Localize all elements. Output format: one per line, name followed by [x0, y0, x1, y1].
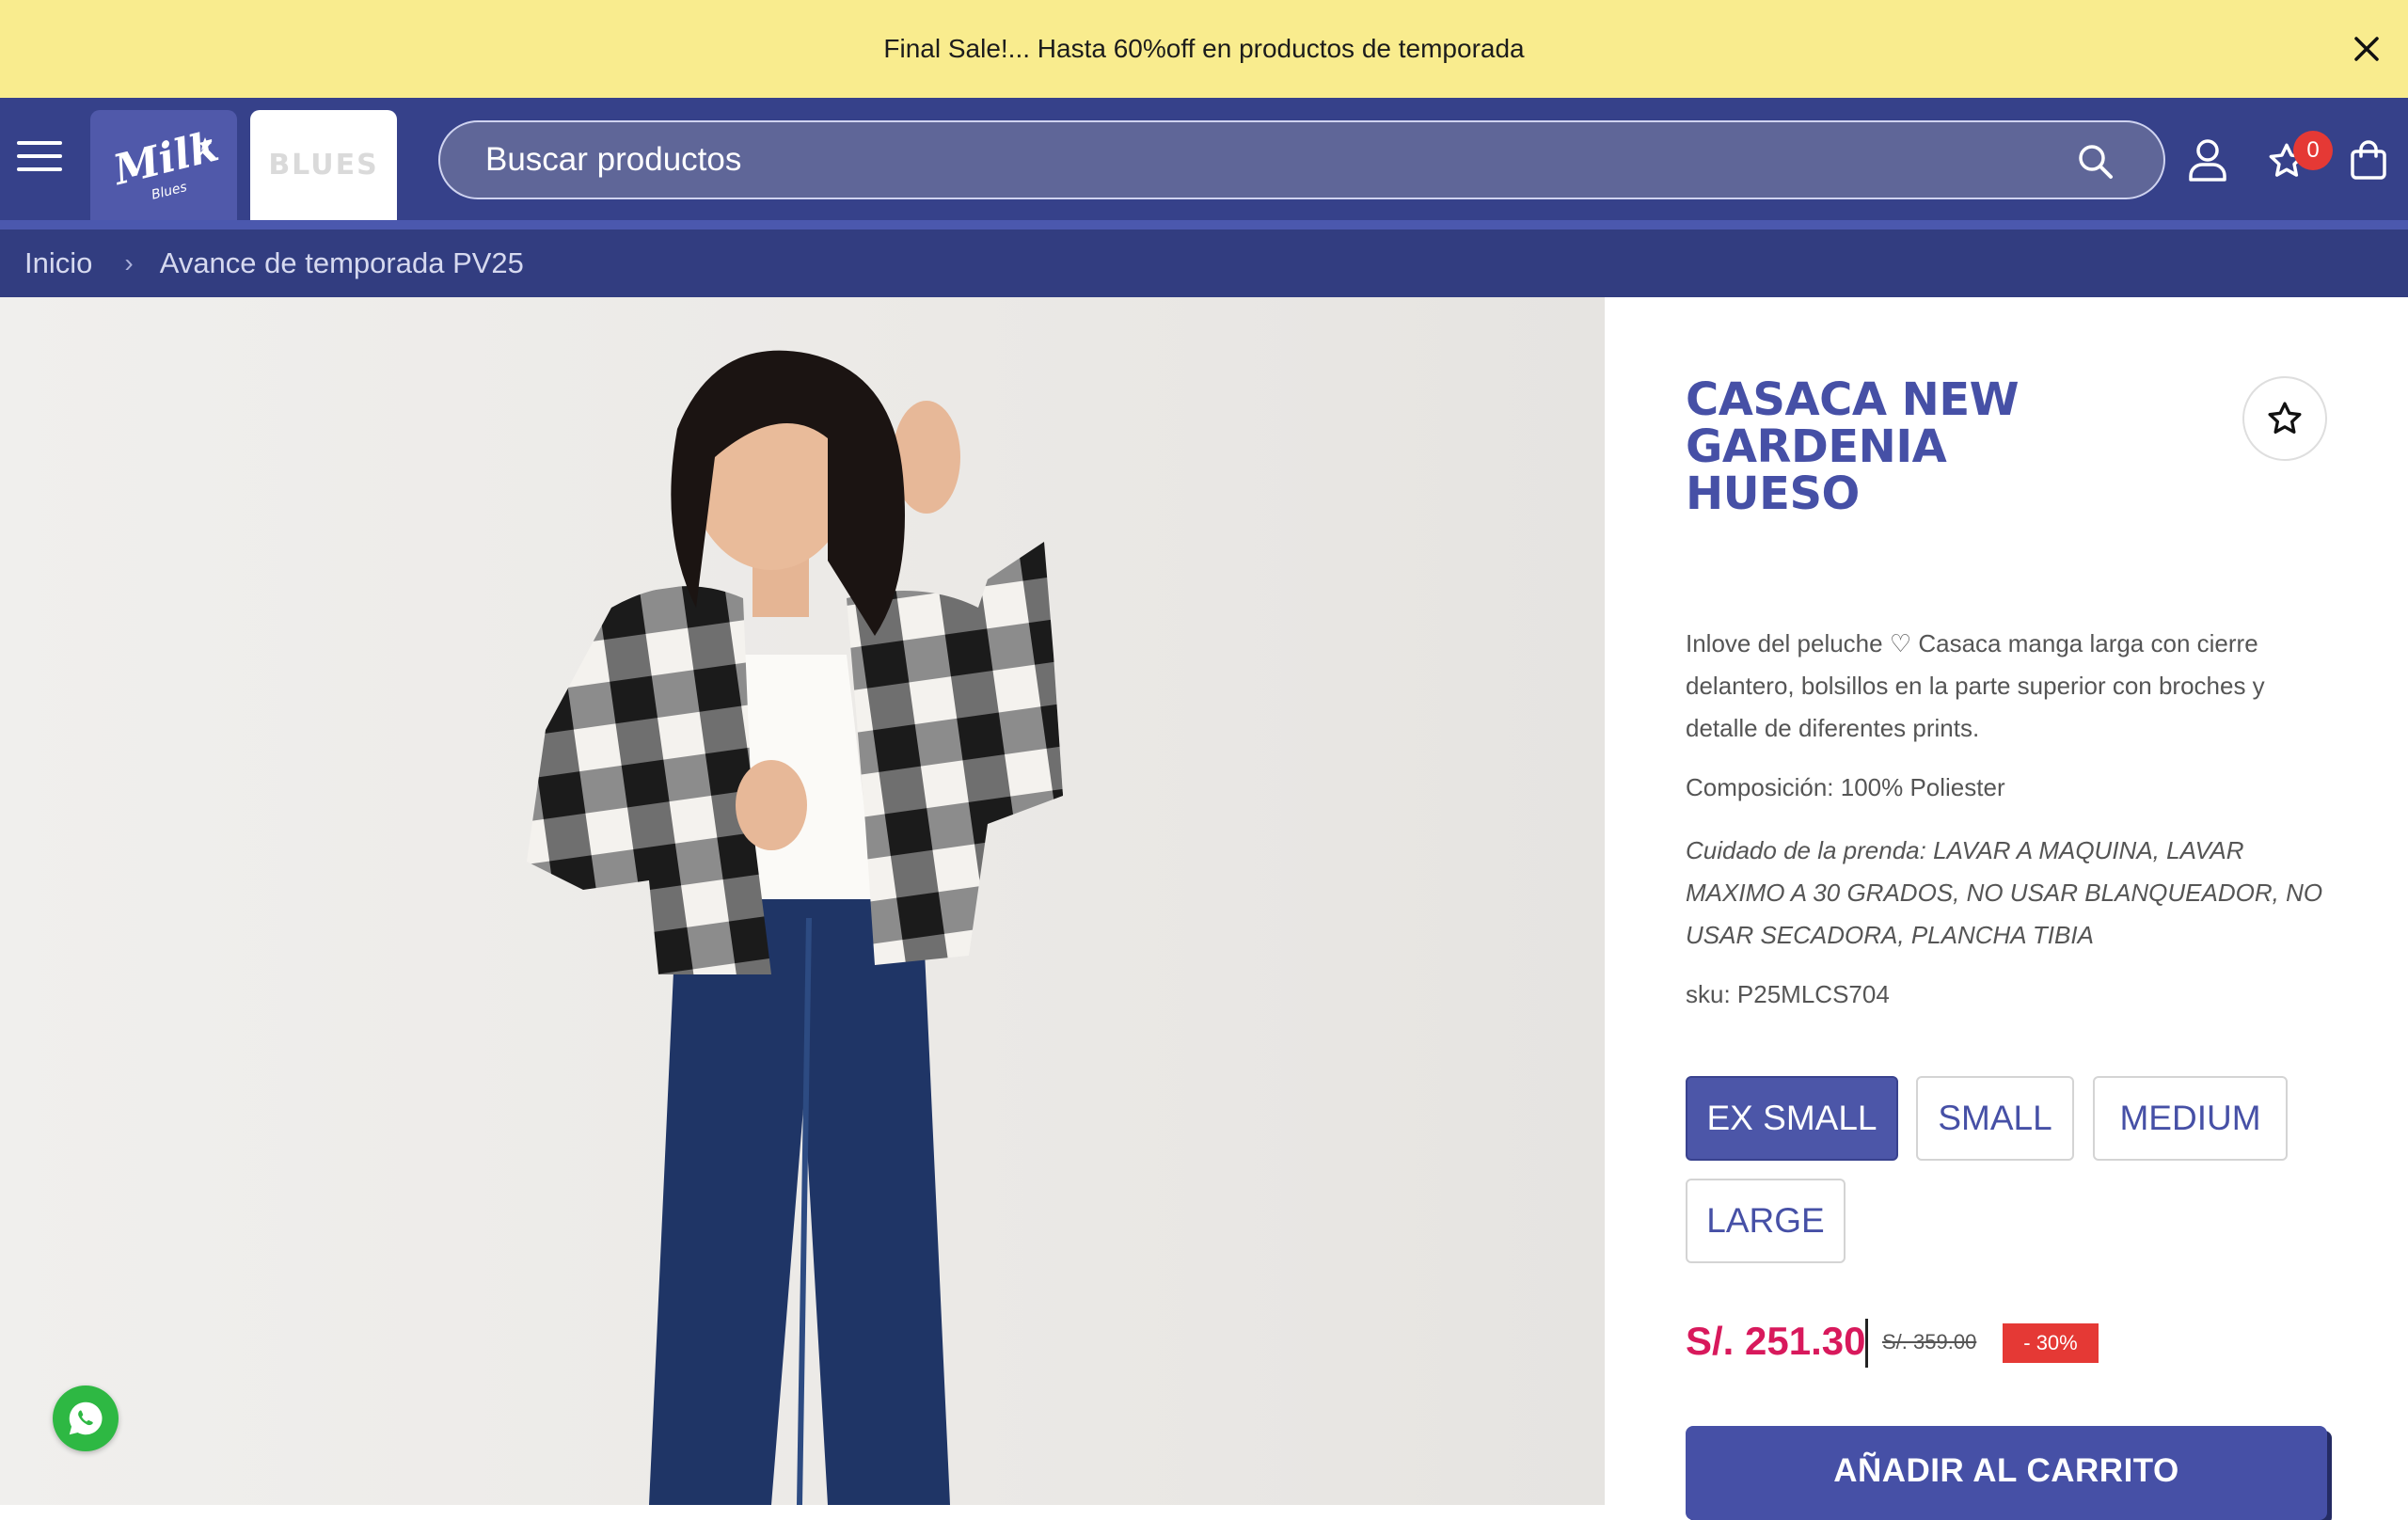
chevron-right-icon: › [124, 248, 134, 277]
shopping-bag-icon[interactable] [2350, 139, 2387, 185]
header-divider [0, 220, 2408, 230]
brand-tab-milk[interactable]: Milk Blues [90, 110, 237, 220]
search-bar [438, 120, 2165, 199]
announcement-text: Final Sale!... Hasta 60%off en productos… [883, 34, 1525, 63]
product-price: S/. 251.30 [1686, 1319, 1866, 1363]
menu-icon[interactable] [17, 141, 62, 179]
search-icon[interactable] [2075, 141, 2116, 182]
whatsapp-icon[interactable] [53, 1385, 119, 1451]
product-description: Inlove del peluche ♡ Casaca manga larga … [1686, 629, 2265, 742]
breadcrumb-home[interactable]: Inicio [24, 246, 92, 280]
product-composition: Composición: 100% Poliester [1686, 773, 2005, 801]
product-care: Cuidado de la prenda: LAVAR A MAQUINA, L… [1686, 836, 2323, 949]
price-divider [1865, 1319, 1868, 1368]
add-to-cart-button[interactable]: AÑADIR AL CARRITO [1686, 1426, 2327, 1520]
size-option-small[interactable]: SMALL [1916, 1076, 2074, 1161]
breadcrumb-current[interactable]: Avance de temporada PV25 [160, 246, 524, 280]
product-title: CASACA NEW GARDENIA HUESO [1686, 373, 2020, 520]
product-image[interactable] [0, 297, 1605, 1505]
add-to-wishlist-button[interactable] [2242, 376, 2327, 461]
product-sku: sku: P25MLCS704 [1686, 980, 1890, 1008]
breadcrumb: Inicio › Avance de temporada PV25 [0, 230, 2408, 297]
size-option-medium[interactable]: MEDIUM [2093, 1076, 2288, 1161]
milk-logo: Milk Blues [107, 128, 220, 203]
close-icon[interactable] [2346, 28, 2387, 70]
user-icon[interactable] [2188, 138, 2227, 186]
announcement-bar: Final Sale!... Hasta 60%off en productos… [0, 0, 2408, 98]
size-option-large[interactable]: LARGE [1686, 1179, 1846, 1263]
wishlist-count-badge: 0 [2293, 131, 2333, 170]
search-input[interactable] [485, 141, 2037, 179]
star-outline-icon [2268, 402, 2302, 434]
brand-tab-blues[interactable]: BLUES [250, 110, 397, 220]
product-old-price: S/. 359.00 [1882, 1330, 1977, 1354]
size-option-ex-small[interactable]: EX SMALL [1686, 1076, 1898, 1161]
brand-blues-label: BLUES [268, 149, 379, 182]
discount-badge: - 30% [2003, 1323, 2099, 1363]
